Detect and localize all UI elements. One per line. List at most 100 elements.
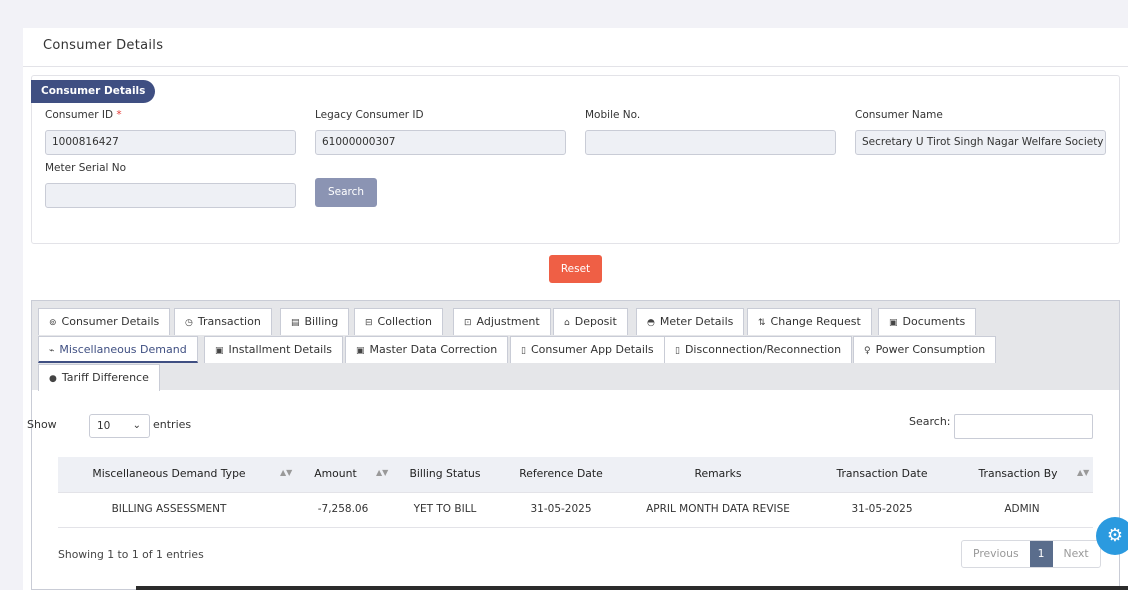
gear-icon[interactable]: ⚙ <box>1096 517 1128 555</box>
tab-tariff-difference[interactable]: ● Tariff Difference <box>38 364 160 391</box>
tab-label: Consumer App Details <box>530 343 654 356</box>
target-icon: ⊚ <box>49 318 57 328</box>
page-title: Consumer Details <box>43 38 164 53</box>
mobile-icon: ▯ <box>521 346 526 356</box>
row-divider <box>58 527 1093 528</box>
cell-demand-type: BILLING ASSESSMENT <box>111 503 227 515</box>
sort-icon[interactable]: ▲▼ <box>376 468 388 477</box>
tab-collection[interactable]: ⊟ Collection <box>354 308 443 335</box>
cell-billing-status: YET TO BILL <box>413 503 477 515</box>
tab-consumer-details[interactable]: ⊚ Consumer Details <box>38 308 171 335</box>
consumer-name-input[interactable]: Secretary U Tirot Singh Nagar Welfare So… <box>855 130 1106 155</box>
consumer-name-label: Consumer Name <box>855 109 943 121</box>
tab-label: Installment Details <box>228 343 333 356</box>
tab-label: Change Request <box>770 315 861 328</box>
tab-label: Miscellaneous Demand <box>59 343 187 356</box>
tab-transaction[interactable]: ◷ Transaction <box>174 308 272 335</box>
swap-icon: ⇅ <box>758 318 766 328</box>
tab-deposit[interactable]: ⌂ Deposit <box>553 308 628 335</box>
header-label: Miscellaneous Demand Type <box>92 467 246 480</box>
consumer-id-input[interactable]: 1000816427 <box>45 130 296 155</box>
mobile-no-input[interactable] <box>585 130 836 155</box>
installment-icon: ▣ <box>215 346 224 356</box>
header-amount[interactable]: Amount <box>293 457 378 492</box>
tab-consumer-app-details[interactable]: ▯ Consumer App Details <box>510 336 665 363</box>
consumer-id-label: Consumer ID * <box>45 109 122 121</box>
bottom-bar <box>136 586 1128 590</box>
tab-change-request[interactable]: ⇅ Change Request <box>747 308 872 335</box>
tab-installment-details[interactable]: ▣ Installment Details <box>204 336 344 363</box>
page-1-button[interactable]: 1 <box>1029 541 1053 567</box>
tab-label: Power Consumption <box>875 343 986 356</box>
consumer-details-form <box>31 75 1120 244</box>
header-transaction-by[interactable]: Transaction By <box>958 457 1078 492</box>
legacy-consumer-id-label: Legacy Consumer ID <box>315 109 424 121</box>
tab-label: Master Data Correction <box>369 343 498 356</box>
tab-power-consumption[interactable]: ♀ Power Consumption <box>853 336 997 363</box>
header-demand-type[interactable]: Miscellaneous Demand Type <box>58 457 280 492</box>
show-label: Show <box>27 418 57 431</box>
header-label: Transaction Date <box>836 467 928 480</box>
consumer-details-pill: Consumer Details <box>31 80 156 103</box>
tab-disconnection-reconnection[interactable]: ▯ Disconnection/Reconnection <box>664 336 853 363</box>
reset-button[interactable]: Reset <box>549 255 602 283</box>
mobile-no-label: Mobile No. <box>585 109 641 121</box>
header-transaction-date[interactable]: Transaction Date <box>822 457 942 492</box>
tab-label: Deposit <box>574 315 617 328</box>
tab-master-data-correction[interactable]: ▣ Master Data Correction <box>345 336 509 363</box>
top-bar <box>0 0 1128 28</box>
entries-value: 10 <box>97 420 111 432</box>
search-button[interactable]: Search <box>315 178 377 207</box>
cell-reference-date: 31-05-2025 <box>530 503 592 515</box>
tab-label: Disconnection/Reconnection <box>684 343 842 356</box>
meter-serial-label: Meter Serial No <box>45 162 127 174</box>
row-divider <box>58 492 1093 493</box>
tab-label: Adjustment <box>476 315 540 328</box>
title-divider <box>23 66 1128 67</box>
chevron-down-icon: ⌄ <box>132 420 141 431</box>
collection-icon: ⊟ <box>365 318 373 328</box>
header-remarks[interactable]: Remarks <box>628 457 808 492</box>
header-label: Remarks <box>694 467 742 480</box>
pulse-icon: ⌁ <box>49 346 55 356</box>
cell-remarks: APRIL MONTH DATA REVISE <box>646 503 790 515</box>
clock-icon: ◷ <box>185 318 193 328</box>
tabs-panel: ⊚ Consumer Details ◷ Transaction ▤ Billing … <box>31 300 1120 590</box>
header-label: Reference Date <box>519 467 603 480</box>
table-search-label: Search: <box>909 415 951 428</box>
table-header: Miscellaneous Demand Type ▲▼ Amount ▲▼ B… <box>58 457 1093 492</box>
meter-serial-input[interactable] <box>45 183 296 208</box>
header-billing-status[interactable]: Billing Status <box>390 457 500 492</box>
tab-label: Meter Details <box>659 315 734 328</box>
tab-meter-details[interactable]: ◓ Meter Details <box>636 308 745 335</box>
tab-label: Consumer Details <box>61 315 160 328</box>
tab-label: Documents <box>902 315 966 328</box>
header-reference-date[interactable]: Reference Date <box>506 457 616 492</box>
adjustment-icon: ⊡ <box>464 318 472 328</box>
tab-label: Collection <box>377 315 432 328</box>
bulb-icon: ♀ <box>864 346 871 356</box>
legacy-consumer-id-input[interactable]: 61000000307 <box>315 130 566 155</box>
entries-label: entries <box>153 418 192 431</box>
bank-icon: ⌂ <box>564 318 570 328</box>
pagination: Previous 1 Next <box>961 540 1101 568</box>
tab-label: Transaction <box>197 315 261 328</box>
header-label: Billing Status <box>409 467 481 480</box>
previous-button[interactable]: Previous <box>962 541 1030 567</box>
tab-adjustment[interactable]: ⊡ Adjustment <box>453 308 551 335</box>
tab-miscellaneous-demand[interactable]: ⌁ Miscellaneous Demand <box>38 336 198 363</box>
tab-documents[interactable]: ▣ Documents <box>878 308 977 335</box>
dot-icon: ● <box>49 374 57 384</box>
document-icon: ▣ <box>889 318 898 328</box>
sort-icon[interactable]: ▲▼ <box>280 468 292 477</box>
billing-icon: ▤ <box>291 318 300 328</box>
sort-icon[interactable]: ▲▼ <box>1077 468 1089 477</box>
tab-billing[interactable]: ▤ Billing <box>280 308 350 335</box>
cell-transaction-by: ADMIN <box>1004 503 1040 515</box>
required-marker: * <box>116 109 122 121</box>
table-search-input[interactable] <box>954 414 1093 439</box>
tab-label: Billing <box>304 315 339 328</box>
cell-transaction-date: 31-05-2025 <box>851 503 913 515</box>
entries-select[interactable]: 10 ⌄ <box>89 414 150 438</box>
next-button[interactable]: Next <box>1053 541 1100 567</box>
